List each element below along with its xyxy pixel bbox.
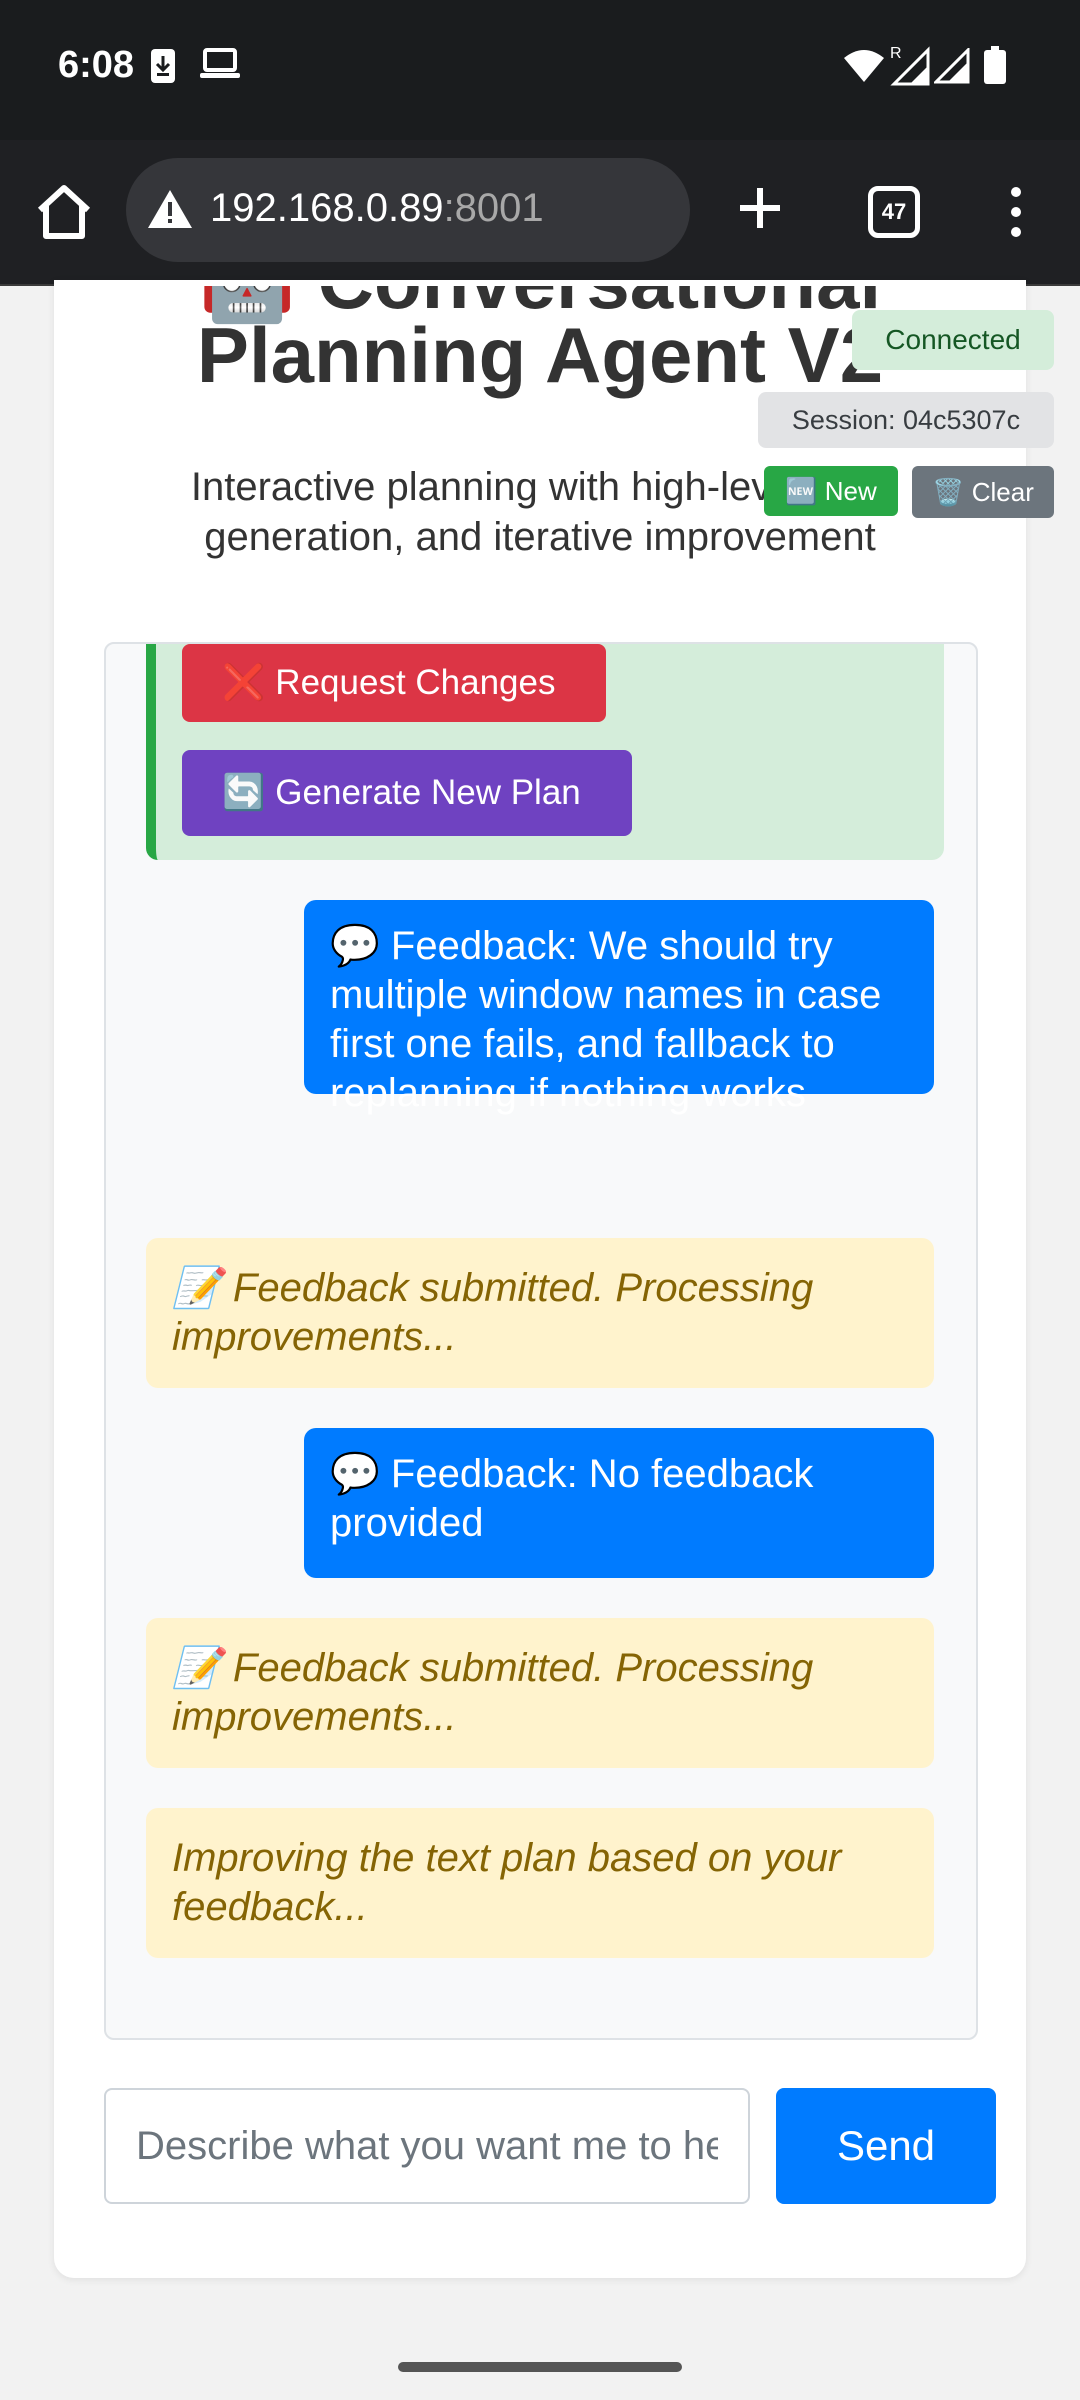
browser-toolbar: 192.168.0.89:8001 47 — [0, 140, 1080, 286]
session-badge: Session: 04c5307c — [758, 392, 1054, 448]
request-changes-button[interactable]: ❌ Request Changes — [182, 644, 606, 722]
tabs-icon[interactable]: 47 — [868, 186, 920, 238]
home-indicator[interactable] — [398, 2362, 682, 2372]
status-time: 6:08 — [58, 44, 135, 86]
clear-session-button[interactable]: 🗑️ Clear — [912, 466, 1054, 518]
battery-icon — [984, 46, 1006, 89]
system-message: Improving the text plan based on your fe… — [146, 1808, 934, 1958]
plan-actions-block: ❌ Request Changes 🔄 Generate New Plan — [146, 644, 944, 860]
laptop-icon — [200, 48, 240, 85]
download-icon — [150, 48, 176, 89]
signal-icon — [932, 46, 970, 89]
url-text: 192.168.0.89:8001 — [210, 186, 544, 231]
address-bar[interactable]: 192.168.0.89:8001 — [126, 158, 690, 262]
more-vert-icon[interactable] — [1000, 184, 1032, 240]
send-button[interactable]: Send — [776, 2088, 996, 2204]
message-input[interactable] — [104, 2088, 750, 2204]
warning-icon[interactable] — [146, 188, 194, 235]
connection-status-badge: Connected — [852, 310, 1054, 370]
wifi-icon — [842, 48, 886, 89]
url-port: :8001 — [443, 186, 544, 230]
signal-roaming-icon: R — [890, 44, 930, 91]
url-host: 192.168.0.89 — [210, 186, 444, 230]
chat-container[interactable]: ❌ Request Changes 🔄 Generate New Plan 💬 … — [104, 642, 978, 2040]
user-message: 💬 Feedback: We should try multiple windo… — [304, 900, 934, 1115]
svg-text:R: R — [890, 45, 902, 62]
system-message: 📝 Feedback submitted. Processing improve… — [146, 1618, 934, 1768]
home-icon[interactable] — [32, 180, 96, 244]
new-session-button[interactable]: 🆕 New — [764, 466, 898, 516]
status-bar: 6:08 R — [0, 0, 1080, 140]
plus-icon[interactable] — [728, 176, 792, 240]
generate-new-plan-button[interactable]: 🔄 Generate New Plan — [182, 750, 632, 836]
user-message: 💬 Feedback: No feedback provided — [304, 1428, 934, 1578]
system-message: 📝 Feedback submitted. Processing improve… — [146, 1238, 934, 1388]
